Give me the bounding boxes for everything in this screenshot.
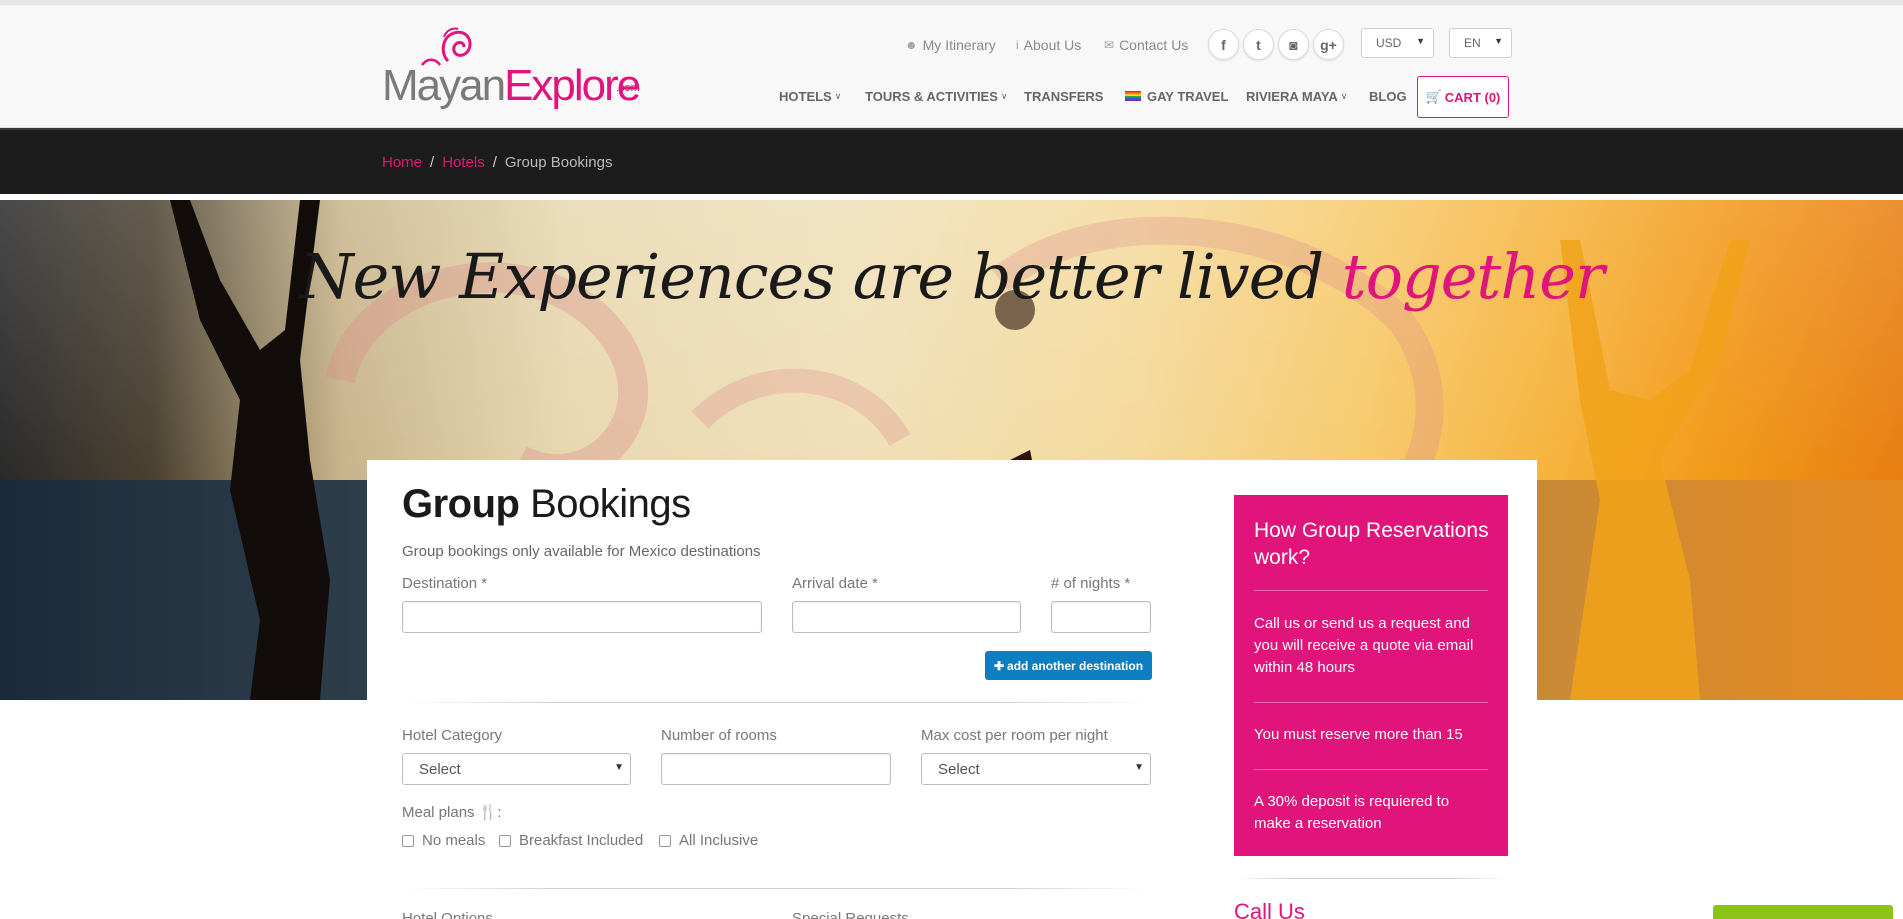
rooms-label: Number of rooms — [661, 727, 777, 744]
breadcrumb-separator: / — [430, 154, 435, 171]
caret-down-icon: ▼ — [614, 762, 624, 773]
cart-button[interactable]: 🛒 CART (0) — [1417, 76, 1509, 118]
meal-option-all-inclusive[interactable]: All Inclusive — [659, 832, 758, 849]
toplink-contact[interactable]: ✉ Contact Us — [1104, 33, 1188, 57]
language-select[interactable]: EN ▼ — [1449, 28, 1512, 58]
rainbow-flag-icon — [1125, 91, 1141, 101]
caret-down-icon: ▼ — [1416, 36, 1425, 46]
toplink-itinerary[interactable]: ☻ My Itinerary — [905, 33, 996, 57]
intro-text: Group bookings only available for Mexico… — [402, 543, 761, 560]
sidebar-divider — [1254, 702, 1488, 703]
section-divider — [402, 888, 1152, 889]
chevron-down-icon: ∨ — [1000, 90, 1008, 101]
user-icon: ☻ — [905, 38, 918, 52]
rooms-input[interactable] — [661, 753, 891, 785]
sidebar-point: A 30% deposit is requiered to make a res… — [1254, 793, 1450, 832]
checkbox[interactable] — [402, 834, 414, 847]
hotel-category-label: Hotel Category — [402, 727, 503, 744]
breadcrumb-home[interactable]: Home — [382, 154, 422, 171]
logo-wordmark: MayanExplore — [382, 61, 641, 110]
destination-input[interactable] — [402, 601, 762, 633]
hero-tagline: New Experiences are better lived togethe… — [299, 240, 1604, 313]
cutlery-icon: 🍴 — [478, 804, 498, 821]
add-destination-button[interactable]: ✚ add another destination — [985, 651, 1152, 680]
caret-down-icon: ▼ — [1134, 762, 1144, 773]
nights-input[interactable] — [1051, 601, 1151, 633]
max-cost-label: Max cost per room per night — [921, 727, 1108, 744]
caret-down-icon: ▼ — [1494, 36, 1503, 46]
cart-icon: 🛒 — [1425, 89, 1442, 104]
breadcrumb-hotels[interactable]: Hotels — [442, 154, 485, 171]
nav-blog[interactable]: BLOG — [1369, 86, 1407, 106]
plus-icon: ✚ — [993, 658, 1005, 673]
meal-option-no-meals[interactable]: No meals — [402, 832, 485, 849]
group-reservations-info: How Group Reservations work? Call us or … — [1234, 495, 1508, 856]
sidebar-divider — [1254, 590, 1488, 591]
section-divider — [1234, 878, 1508, 879]
section-divider — [402, 702, 1152, 703]
meal-plans-label: Meal plans 🍴: — [402, 804, 502, 821]
hotel-options-label: Hotel Options — [402, 911, 493, 919]
chevron-down-icon: ∨ — [1340, 90, 1348, 101]
meal-option-breakfast[interactable]: Breakfast Included — [499, 832, 643, 849]
nav-gay-travel[interactable]: GAY TRAVEL — [1125, 86, 1228, 106]
sidebar-divider — [1254, 769, 1488, 770]
instagram-icon[interactable]: ◙ — [1278, 29, 1309, 60]
facebook-icon[interactable]: f — [1208, 29, 1239, 60]
currency-select[interactable]: USD ▼ — [1361, 28, 1434, 58]
nav-riviera-maya[interactable]: RIVIERA MAYA ∨ — [1246, 86, 1347, 106]
site-logo[interactable]: MayanExplore .com — [382, 23, 642, 113]
call-us-heading: Call Us — [1234, 899, 1305, 919]
max-cost-select[interactable]: Select ▼ — [921, 753, 1151, 785]
checkbox[interactable] — [659, 834, 671, 847]
hotel-category-select[interactable]: Select ▼ — [402, 753, 631, 785]
page-title: Group Bookings — [402, 482, 691, 526]
sidebar-point: You must reserve more than 15 — [1254, 726, 1463, 743]
destination-label: Destination * — [402, 575, 488, 592]
chevron-down-icon: ∨ — [834, 90, 842, 101]
twitter-icon[interactable]: t — [1243, 29, 1274, 60]
nights-label: # of nights * — [1051, 575, 1131, 592]
arrival-label: Arrival date * — [792, 575, 878, 592]
breadcrumb-current: Group Bookings — [504, 154, 613, 171]
toplink-about[interactable]: i About Us — [1016, 33, 1081, 57]
checkbox[interactable] — [499, 834, 511, 847]
breadcrumb-separator: / — [492, 154, 497, 171]
special-requests-label: Special Requests — [792, 911, 909, 919]
sidebar-point: Call us or send us a request and you wil… — [1254, 615, 1474, 676]
arrival-date-input[interactable] — [792, 601, 1021, 633]
envelope-icon: ✉ — [1104, 38, 1115, 52]
nav-tours-activities[interactable]: TOURS & ACTIVITIES ∨ — [865, 86, 1008, 106]
breadcrumb-bar: Home / Hotels / Group Bookings — [0, 128, 1903, 194]
logo-suffix: .com — [616, 82, 640, 94]
site-header: MayanExplore .com ☻ My Itinerary i About U… — [0, 5, 1903, 128]
chat-widget[interactable] — [1713, 905, 1893, 919]
breadcrumb: Home / Hotels / Group Bookings — [382, 154, 612, 171]
google-plus-icon[interactable]: g+ — [1313, 29, 1344, 60]
nav-transfers[interactable]: TRANSFERS — [1024, 86, 1103, 106]
sidebar-title: How Group Reservations work? — [1254, 519, 1489, 569]
info-icon: i — [1016, 38, 1019, 52]
nav-hotels[interactable]: HOTELS ∨ — [779, 86, 841, 106]
